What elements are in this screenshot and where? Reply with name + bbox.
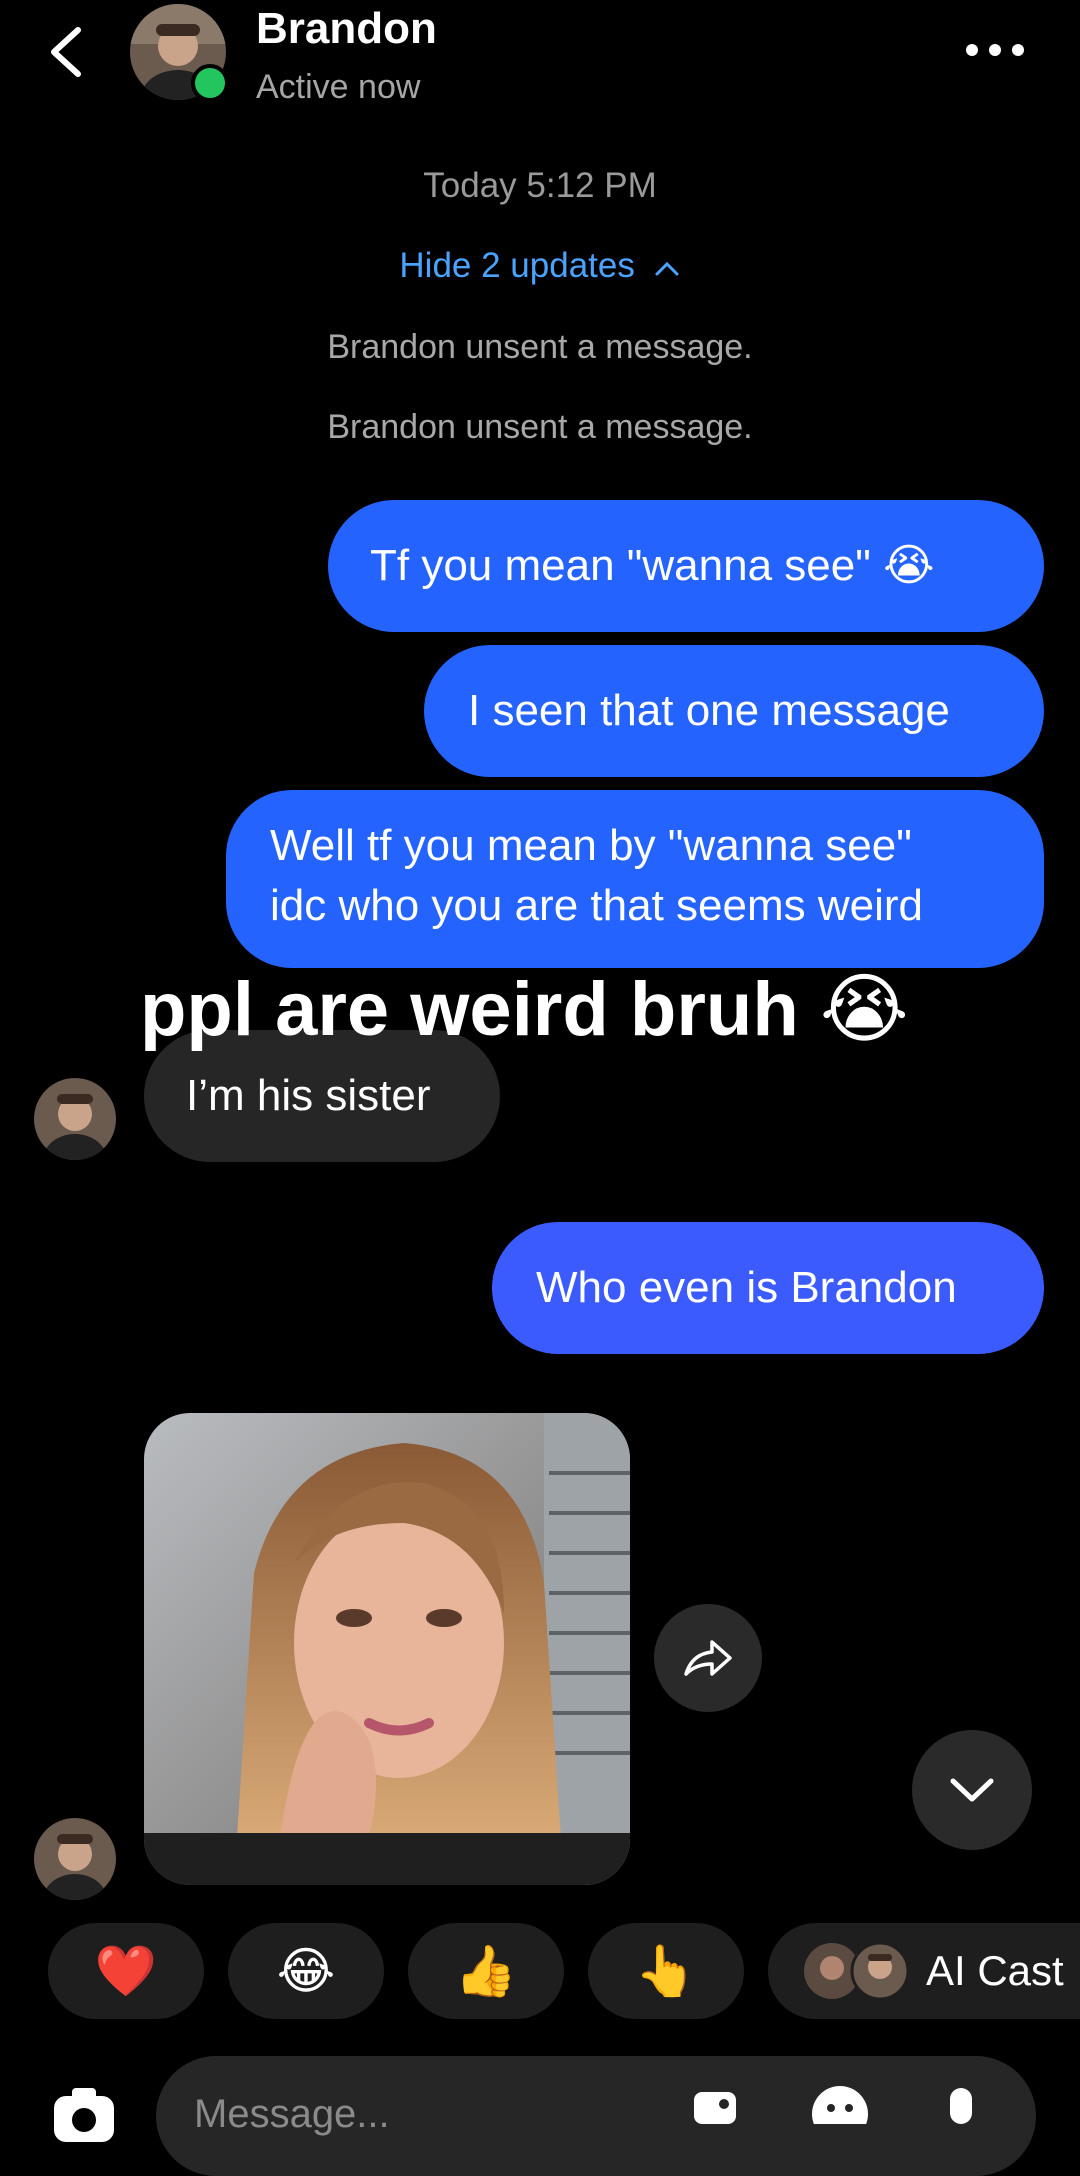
chevron-down-icon bbox=[950, 1778, 994, 1802]
sticker-icon[interactable] bbox=[810, 2084, 870, 2142]
message-line: Well tf you mean by "wanna see" bbox=[270, 821, 912, 870]
microphone-icon[interactable] bbox=[936, 2084, 986, 2124]
photo-message[interactable] bbox=[144, 1413, 630, 1885]
gallery-icon[interactable] bbox=[690, 2084, 750, 2124]
share-button[interactable] bbox=[654, 1604, 762, 1712]
message-line: idc who you are that seems weird bbox=[270, 881, 923, 930]
reaction-laugh[interactable]: 😂 bbox=[228, 1923, 384, 2019]
scroll-to-bottom-button[interactable] bbox=[912, 1730, 1032, 1850]
contact-status: Active now bbox=[256, 68, 421, 106]
contact-name[interactable]: Brandon bbox=[256, 4, 437, 54]
sent-message-bubble[interactable]: I seen that one message bbox=[424, 645, 1044, 777]
camera-icon[interactable] bbox=[48, 2082, 120, 2142]
online-status-dot bbox=[191, 64, 229, 102]
sender-avatar[interactable] bbox=[34, 1818, 116, 1900]
ai-cast-avatars bbox=[804, 1941, 910, 2001]
thread-timestamp: Today 5:12 PM bbox=[423, 166, 657, 205]
hide-updates-link[interactable]: Hide 2 updates bbox=[0, 246, 1080, 286]
sent-message-bubble[interactable]: Well tf you mean by "wanna see" idc who … bbox=[226, 790, 1044, 968]
sent-message-bubble[interactable]: Tf you mean "wanna see" 😭 bbox=[328, 500, 1044, 632]
sent-message-bubble[interactable]: Who even is Brandon bbox=[492, 1222, 1044, 1354]
hide-updates-label[interactable]: Hide 2 updates bbox=[399, 246, 634, 285]
overlay-caption: ppl are weird bruh 😭 bbox=[140, 967, 909, 1052]
chevron-up-icon bbox=[655, 261, 679, 276]
unsent-notice: Brandon unsent a message. bbox=[327, 408, 753, 446]
more-options-icon[interactable] bbox=[960, 30, 1030, 70]
unsent-notice: Brandon unsent a message. bbox=[327, 328, 753, 366]
ai-cast-label: AI Cast bbox=[926, 1947, 1064, 1994]
share-icon bbox=[684, 1640, 732, 1676]
ai-cast-chip[interactable]: AI Cast bbox=[768, 1923, 1080, 2019]
reaction-point[interactable]: 👆 bbox=[588, 1923, 744, 2019]
back-arrow-icon[interactable] bbox=[38, 22, 98, 82]
reaction-thumbs-up[interactable]: 👍 bbox=[408, 1923, 564, 2019]
sender-avatar[interactable] bbox=[34, 1078, 116, 1160]
reaction-heart[interactable]: ❤️ bbox=[48, 1923, 204, 2019]
message-input[interactable]: Message... bbox=[194, 2092, 390, 2137]
